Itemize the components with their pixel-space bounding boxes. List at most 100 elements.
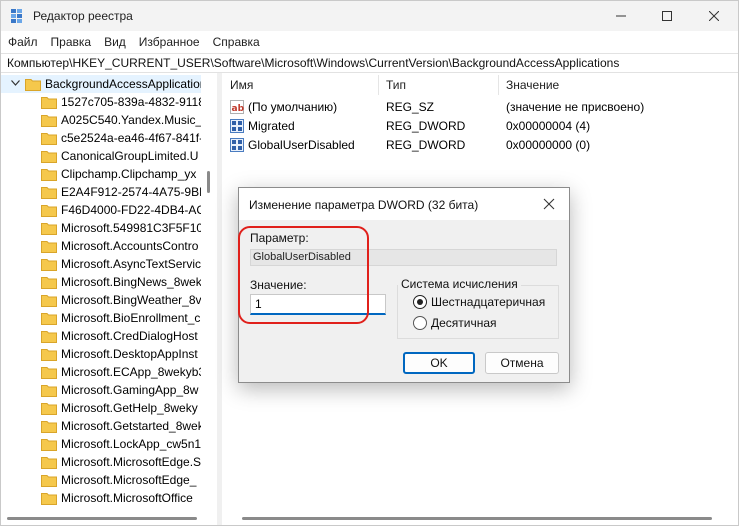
menu-view[interactable]: Вид [97, 31, 132, 53]
folder-icon [41, 493, 57, 505]
dialog-title-bar[interactable]: Изменение параметра DWORD (32 бита) [239, 188, 569, 220]
tree-item-label: Microsoft.GamingApp_8w [61, 383, 199, 397]
tree-item[interactable]: Microsoft.DesktopAppInst [1, 345, 201, 363]
tree-item-label: Microsoft.AsyncTextServic [61, 257, 201, 271]
value-data: 0x00000000 (0) [506, 138, 591, 152]
menu-favorites[interactable]: Избранное [132, 31, 206, 53]
tree-item[interactable]: Microsoft.CredDialogHost [1, 327, 201, 345]
value-label: Значение: [250, 278, 307, 292]
tree-vertical-scrollbar[interactable] [203, 73, 215, 511]
tree-item[interactable]: Microsoft.AccountsContro [1, 237, 201, 255]
folder-icon [41, 367, 57, 379]
value-name: Migrated [248, 119, 295, 133]
key-tree[interactable]: BackgroundAccessApplications 1527c705-83… [1, 73, 217, 525]
value-name: GlobalUserDisabled [248, 138, 355, 152]
tree-item-label: Microsoft.BioEnrollment_c [61, 311, 201, 325]
folder-icon [41, 385, 57, 397]
tree-item[interactable]: Microsoft.Getstarted_8wek [1, 417, 201, 435]
cancel-button[interactable]: Отмена [485, 352, 559, 374]
binary-value-icon [230, 119, 244, 133]
column-divider[interactable] [498, 75, 499, 95]
tree-item[interactable]: Microsoft.BingNews_8wek [1, 273, 201, 291]
tree-item-label: Microsoft.BingWeather_8v [61, 293, 201, 307]
menu-bar: Файл Правка Вид Избранное Справка [1, 31, 738, 53]
menu-help[interactable]: Справка [206, 31, 266, 53]
folder-icon [41, 313, 57, 325]
radix-hex-radio[interactable] [413, 295, 427, 309]
column-divider[interactable] [378, 75, 379, 95]
tree-item-label: Microsoft.AccountsContro [61, 239, 199, 253]
radix-hex-label[interactable]: Шестнадцатеричная [431, 295, 545, 309]
radix-group [397, 285, 559, 339]
scroll-thumb[interactable] [7, 517, 197, 520]
tree-item[interactable]: c5e2524a-ea46-4f67-841f- [1, 129, 201, 147]
tree-item[interactable]: Microsoft.MicrosoftEdge_ [1, 471, 201, 489]
tree-item[interactable]: E2A4F912-2574-4A75-9BB [1, 183, 201, 201]
folder-icon [41, 169, 57, 181]
address-bar[interactable]: Компьютер\HKEY_CURRENT_USER\Software\Mic… [1, 53, 738, 73]
folder-icon [41, 457, 57, 469]
table-row[interactable]: Migrated REG_DWORD 0x00000004 (4) [222, 117, 738, 136]
tree-item-label: Microsoft.BingNews_8wek [61, 275, 201, 289]
scroll-thumb[interactable] [242, 517, 712, 520]
value-data: (значение не присвоено) [506, 100, 645, 114]
minimize-button[interactable] [598, 1, 644, 31]
title-bar[interactable]: Редактор реестра [1, 1, 738, 31]
tree-item[interactable]: Microsoft.GetHelp_8weky [1, 399, 201, 417]
maximize-icon [662, 11, 672, 21]
param-name-label: Параметр: [250, 231, 309, 245]
menu-file[interactable]: Файл [1, 31, 44, 53]
tree-item[interactable]: Microsoft.AsyncTextServic [1, 255, 201, 273]
tree-list: BackgroundAccessApplications 1527c705-83… [1, 75, 201, 507]
table-row[interactable]: GlobalUserDisabled REG_DWORD 0x00000000 … [222, 136, 738, 155]
tree-item-label: Microsoft.MicrosoftOffice [61, 491, 193, 505]
folder-icon [41, 187, 57, 199]
tree-item[interactable]: F46D4000-FD22-4DB4-AC8 [1, 201, 201, 219]
tree-item-label: Microsoft.DesktopAppInst [61, 347, 198, 361]
column-header-data[interactable]: Значение [506, 78, 559, 92]
tree-item[interactable]: Microsoft.MicrosoftOffice [1, 489, 201, 507]
close-button[interactable] [691, 1, 737, 31]
folder-icon [41, 241, 57, 253]
tree-item[interactable]: Microsoft.549981C3F5F10_ [1, 219, 201, 237]
folder-icon [41, 403, 57, 415]
tree-item[interactable]: Microsoft.GamingApp_8w [1, 381, 201, 399]
edit-dword-dialog: Изменение параметра DWORD (32 бита) Пара… [238, 187, 570, 383]
radix-group-label: Система исчисления [398, 277, 521, 291]
dialog-title: Изменение параметра DWORD (32 бита) [249, 198, 479, 212]
folder-icon [41, 277, 57, 289]
tree-item-label: Microsoft.549981C3F5F10_ [61, 221, 201, 235]
value-type: REG_DWORD [386, 119, 466, 133]
menu-edit[interactable]: Правка [44, 31, 98, 53]
tree-item[interactable]: Microsoft.BingWeather_8v [1, 291, 201, 309]
maximize-button[interactable] [644, 1, 690, 31]
list-horizontal-scrollbar[interactable] [222, 513, 738, 525]
folder-icon [41, 331, 57, 343]
tree-item[interactable]: Microsoft.LockApp_cw5n1 [1, 435, 201, 453]
table-row[interactable]: ab (По умолчанию) REG_SZ (значение не пр… [222, 98, 738, 117]
tree-item[interactable]: Microsoft.BioEnrollment_c [1, 309, 201, 327]
close-icon[interactable] [541, 196, 557, 212]
column-header-type[interactable]: Тип [386, 78, 406, 92]
radix-dec-label[interactable]: Десятичная [431, 316, 497, 330]
tree-item[interactable]: Clipchamp.Clipchamp_yx [1, 165, 201, 183]
tree-item-root[interactable]: BackgroundAccessApplications [1, 75, 201, 93]
tree-item-label: Microsoft.GetHelp_8weky [61, 401, 198, 415]
tree-item[interactable]: CanonicalGroupLimited.U [1, 147, 201, 165]
binary-value-icon [230, 138, 244, 152]
folder-icon [41, 295, 57, 307]
tree-item[interactable]: A025C540.Yandex.Music_v [1, 111, 201, 129]
scroll-thumb[interactable] [207, 171, 210, 193]
tree-item[interactable]: 1527c705-839a-4832-9118- [1, 93, 201, 111]
tree-item-label: F46D4000-FD22-4DB4-AC8 [61, 203, 201, 217]
column-header-name[interactable]: Имя [230, 78, 253, 92]
value-input[interactable] [250, 294, 386, 315]
tree-item[interactable]: Microsoft.MicrosoftEdge.S [1, 453, 201, 471]
folder-icon [41, 205, 57, 217]
tree-item[interactable]: Microsoft.ECApp_8wekyb3 [1, 363, 201, 381]
ok-button[interactable]: OK [403, 352, 475, 374]
chevron-down-icon[interactable] [11, 80, 20, 86]
folder-icon [41, 259, 57, 271]
tree-horizontal-scrollbar[interactable] [1, 513, 217, 525]
radix-dec-radio[interactable] [413, 316, 427, 330]
